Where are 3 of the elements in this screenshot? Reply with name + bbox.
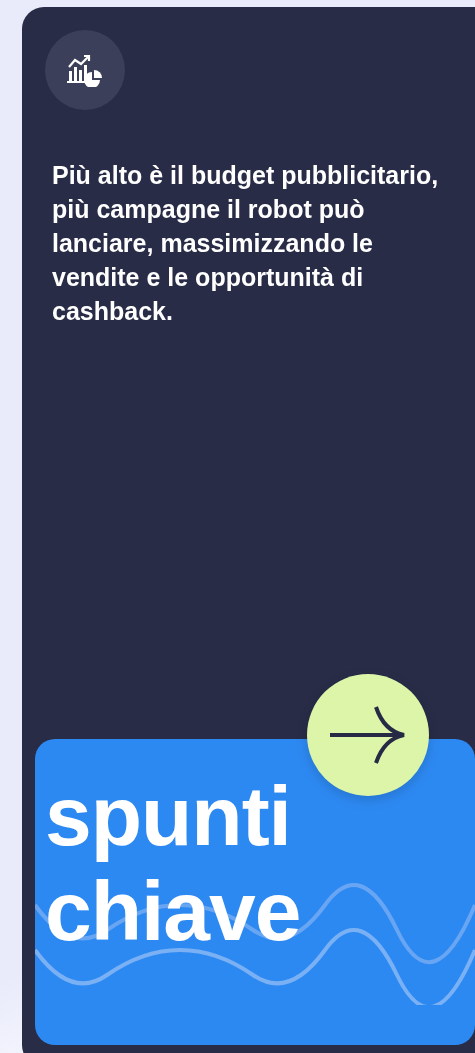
panel-title: chiave: [45, 864, 301, 959]
panel-title: spunti: [45, 769, 291, 864]
description-text: Più alto è il budget pubblicitario, più campagne il robot può lanciare, massimizzando le vendite e le opportunità di cashback.: [52, 160, 440, 327]
